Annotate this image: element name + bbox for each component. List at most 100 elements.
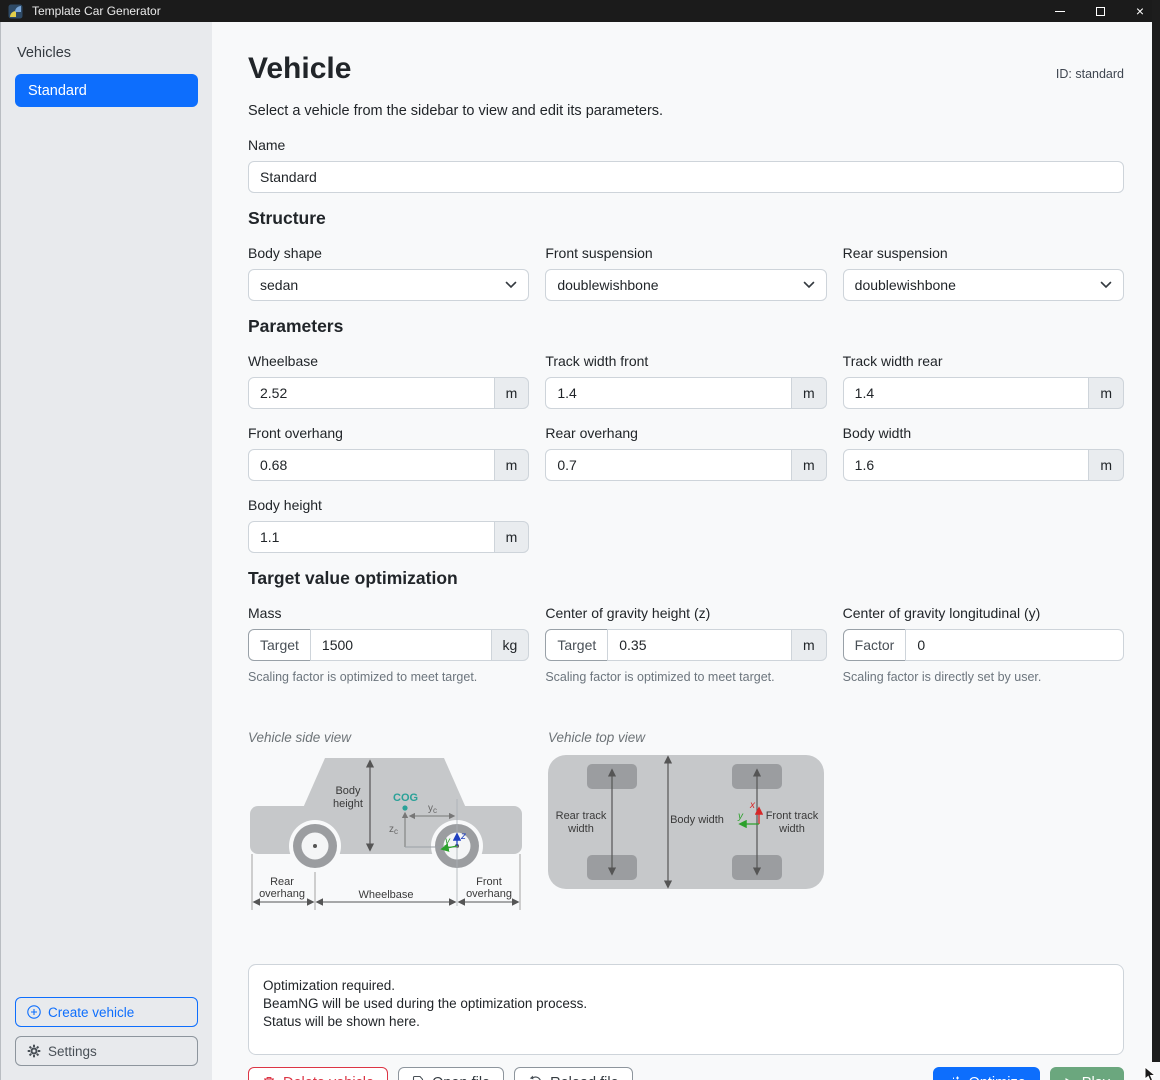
chevron-down-icon xyxy=(505,281,517,289)
play-label: Play xyxy=(1082,1075,1110,1080)
status-line-3: Status will be shown here. xyxy=(263,1013,1109,1031)
vehicle-id-text: ID: standard xyxy=(1056,67,1124,81)
maximize-icon xyxy=(1096,7,1105,16)
play-icon xyxy=(1064,1077,1075,1080)
cog-longitudinal-label: Center of gravity longitudinal (y) xyxy=(843,605,1124,621)
reload-file-button[interactable]: Reload file xyxy=(514,1067,633,1080)
mass-mode-button[interactable]: Target xyxy=(248,629,311,661)
top-x-axis-label: x xyxy=(749,800,756,811)
cog-height-input[interactable] xyxy=(607,629,792,661)
body-shape-select[interactable]: sedan xyxy=(248,269,529,301)
create-vehicle-button[interactable]: Create vehicle xyxy=(15,997,198,1027)
file-icon xyxy=(412,1075,425,1080)
track-width-rear-unit: m xyxy=(1089,377,1124,409)
sidebar-footer: Create vehicle Settings xyxy=(15,997,198,1066)
side-z-axis-label: z xyxy=(460,831,466,842)
cog-label: COG xyxy=(393,792,418,804)
wheelbase-label: Wheelbase xyxy=(248,353,529,369)
front-overhang-unit: m xyxy=(495,449,530,481)
optimization-heading: Target value optimization xyxy=(248,568,1124,589)
front-suspension-select[interactable]: doublewishbone xyxy=(545,269,826,301)
rear-overhang-label-1: Rear xyxy=(270,876,294,888)
optimize-label: Optimize xyxy=(969,1075,1026,1080)
rear-suspension-label: Rear suspension xyxy=(843,245,1124,261)
chevron-down-icon xyxy=(803,281,815,289)
side-body-height-label-1: Body xyxy=(335,785,361,797)
main-panel: Vehicle ID: standard Select a vehicle fr… xyxy=(212,22,1160,1080)
body-shape-label: Body shape xyxy=(248,245,529,261)
status-line-1: Optimization required. xyxy=(263,977,1109,995)
top-view-diagram: Vehicle top view xyxy=(548,730,824,890)
side-y-axis-label: y xyxy=(444,836,451,847)
track-width-rear-label: Track width rear xyxy=(843,353,1124,369)
body-height-label: Body height xyxy=(248,497,529,513)
create-vehicle-label: Create vehicle xyxy=(48,1005,134,1020)
chevron-down-icon xyxy=(1100,281,1112,289)
rear-overhang-label: Rear overhang xyxy=(545,425,826,441)
delete-vehicle-label: Delete vehicle xyxy=(283,1075,374,1080)
cog-height-unit: m xyxy=(792,629,827,661)
wheelbase-diagram-label: Wheelbase xyxy=(358,889,413,901)
track-width-front-input[interactable] xyxy=(545,377,792,409)
reload-icon xyxy=(528,1075,543,1080)
body-shape-value: sedan xyxy=(260,277,505,293)
top-view-image: Rear track width Body width Front track … xyxy=(548,754,824,890)
reload-file-label: Reload file xyxy=(550,1075,619,1080)
body-width-diagram-label: Body width xyxy=(670,814,724,826)
rear-track-label-1: Rear track xyxy=(556,810,607,822)
cog-longitudinal-mode-button[interactable]: Factor xyxy=(843,629,907,661)
footer-actions: Delete vehicle Open file Reload fil xyxy=(248,1067,1124,1080)
maximize-button[interactable] xyxy=(1080,0,1120,22)
rear-overhang-input[interactable] xyxy=(545,449,792,481)
top-view-title: Vehicle top view xyxy=(548,730,824,745)
cog-longitudinal-help-text: Scaling factor is directly set by user. xyxy=(843,670,1124,684)
open-file-button[interactable]: Open file xyxy=(398,1067,504,1080)
side-view-image: Body height COG yc zc xyxy=(248,754,522,912)
rear-overhang-label-2: overhang xyxy=(259,888,305,900)
track-width-rear-input[interactable] xyxy=(843,377,1090,409)
page-header: Vehicle ID: standard xyxy=(248,52,1124,86)
optimize-button[interactable]: Optimize xyxy=(933,1067,1040,1080)
front-track-label-1: Front track xyxy=(766,810,819,822)
front-overhang-input[interactable] xyxy=(248,449,495,481)
rear-suspension-select[interactable]: doublewishbone xyxy=(843,269,1124,301)
body-width-unit: m xyxy=(1089,449,1124,481)
delete-vehicle-button[interactable]: Delete vehicle xyxy=(248,1067,388,1080)
side-body-height-label-2: height xyxy=(333,798,363,810)
wheelbase-unit: m xyxy=(495,377,530,409)
side-view-title: Vehicle side view xyxy=(248,730,522,745)
track-width-front-label: Track width front xyxy=(545,353,826,369)
app-icon xyxy=(8,4,23,19)
body-height-unit: m xyxy=(495,521,530,553)
status-line-2: BeamNG will be used during the optimizat… xyxy=(263,995,1109,1013)
mass-label: Mass xyxy=(248,605,529,621)
open-file-label: Open file xyxy=(432,1075,490,1080)
rear-suspension-value: doublewishbone xyxy=(855,277,1100,293)
cog-longitudinal-input[interactable] xyxy=(905,629,1124,661)
structure-heading: Structure xyxy=(248,208,1124,229)
mass-input[interactable] xyxy=(310,629,492,661)
trash-icon xyxy=(262,1075,276,1080)
play-button[interactable]: Play xyxy=(1050,1067,1124,1080)
settings-button[interactable]: Settings xyxy=(15,1036,198,1066)
top-y-axis-label: y xyxy=(737,811,744,822)
side-view-diagram: Vehicle side view xyxy=(248,730,522,912)
minimize-button[interactable] xyxy=(1040,0,1080,22)
name-input[interactable] xyxy=(248,161,1124,193)
body-height-input[interactable] xyxy=(248,521,495,553)
front-track-label-2: width xyxy=(778,823,805,835)
sidebar-item-standard[interactable]: Standard xyxy=(15,74,198,107)
cog-height-help-text: Scaling factor is optimized to meet targ… xyxy=(545,670,826,684)
front-suspension-label: Front suspension xyxy=(545,245,826,261)
titlebar: Template Car Generator × xyxy=(0,0,1160,22)
sidebar-item-label: Standard xyxy=(28,83,87,99)
window-title: Template Car Generator xyxy=(32,4,161,18)
rear-overhang-unit: m xyxy=(792,449,827,481)
wheelbase-input[interactable] xyxy=(248,377,495,409)
app-window: Template Car Generator × Vehicles Standa… xyxy=(0,0,1160,1080)
cog-height-mode-button[interactable]: Target xyxy=(545,629,608,661)
sidebar-heading: Vehicles xyxy=(17,45,198,61)
rear-track-label-2: width xyxy=(567,823,594,835)
body-width-input[interactable] xyxy=(843,449,1090,481)
status-box: Optimization required. BeamNG will be us… xyxy=(248,964,1124,1055)
